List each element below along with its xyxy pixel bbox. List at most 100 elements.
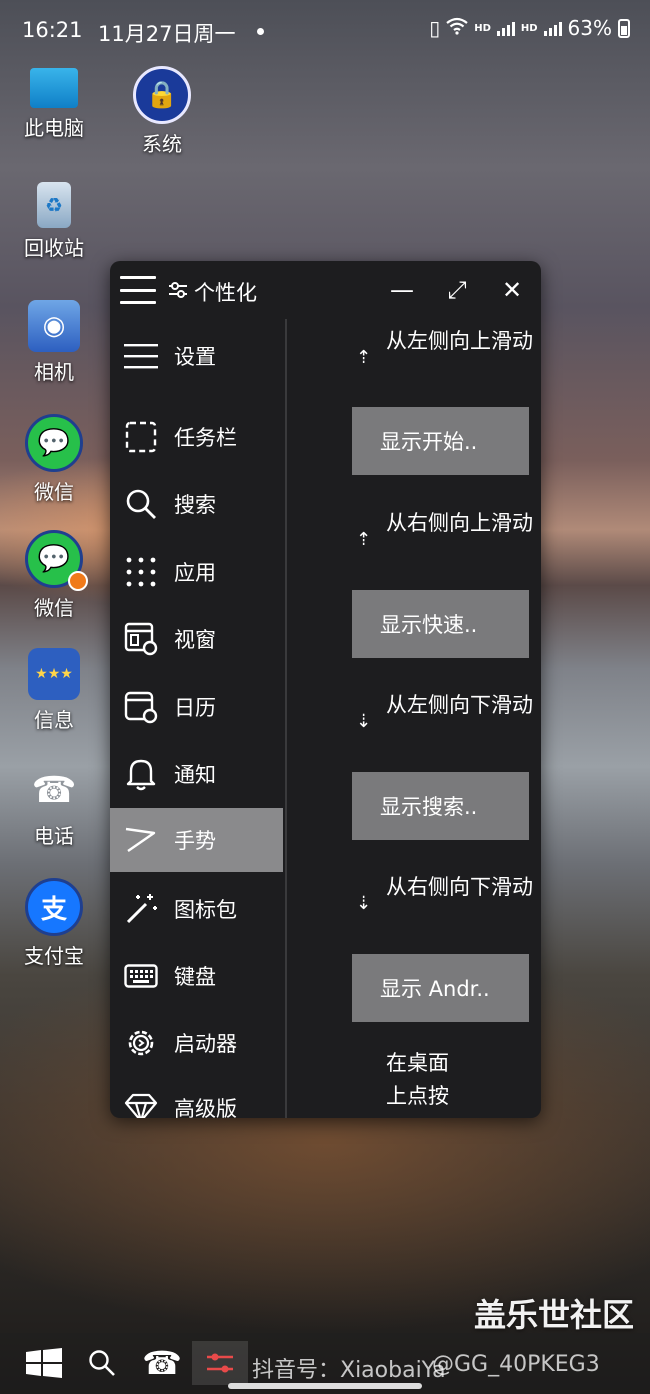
gesture-action-button[interactable]: 显示 Andr.. [352, 954, 529, 1022]
taskbar-icon [122, 418, 160, 456]
taskbar-settings-app[interactable] [192, 1341, 248, 1385]
signal-icon-2 [543, 20, 562, 36]
desktop-icon-label: 回收站 [24, 236, 84, 260]
tune-icon [169, 282, 187, 298]
sidebar-item-calendar[interactable]: 日历 [110, 675, 283, 739]
sidebar-item-icon-pack[interactable]: 图标包 [110, 877, 283, 941]
wechat-icon: 💬 [25, 414, 83, 472]
status-date: 11月27日周一 [98, 22, 236, 46]
gesture-action-button[interactable]: 显示快速.. [352, 590, 529, 658]
sidebar-divider [285, 319, 287, 1118]
notification-dot [257, 28, 264, 35]
sidebar-item-label: 通知 [174, 763, 216, 787]
search-icon [122, 485, 160, 523]
phone-icon: ☎ [142, 1344, 182, 1382]
gesture-label: 在桌面上点按 [386, 1051, 449, 1108]
desktop-icon-label: 相机 [34, 360, 74, 384]
search-icon [89, 1350, 115, 1376]
menu-icon [122, 337, 160, 375]
sidebar-item-settings[interactable]: 设置 [110, 324, 283, 388]
sidebar-item-label: 任务栏 [174, 426, 237, 450]
desktop-icon-alipay[interactable]: 支 支付宝 [9, 878, 99, 969]
swipe-up-icon: ⇡ [356, 347, 372, 368]
status-bar: 16:21 11月27日周一 ▯ HD HD 63% [0, 0, 650, 62]
sidebar-item-gestures[interactable]: 手势 [110, 808, 283, 872]
swipe-up-icon: ⇡ [356, 529, 372, 550]
status-time: 16:21 [22, 18, 83, 42]
sidebar-item-apps[interactable]: 应用 [110, 540, 283, 604]
minimize-button[interactable]: — [385, 274, 419, 306]
sidebar-item-taskbar[interactable]: 任务栏 [110, 405, 283, 469]
desktop-icon-label: 信息 [34, 708, 74, 732]
desktop-icon-system[interactable]: 🔒 系统 [117, 66, 207, 157]
battery-percent: 63% [567, 16, 612, 40]
monitor-icon [30, 68, 78, 108]
home-indicator[interactable] [228, 1383, 422, 1389]
system-folder-icon: 🔒 [133, 66, 191, 124]
gear-code-icon [122, 1024, 160, 1062]
sidebar-item-premium[interactable]: 高级版 [110, 1076, 283, 1118]
bell-icon [122, 755, 160, 793]
overlay-text-right: @GG_40PKEG3 [432, 1352, 600, 1377]
desktop-icon-label: 微信 [34, 480, 74, 504]
gesture-action-button[interactable]: 显示开始.. [352, 407, 529, 475]
window-gear-icon [122, 620, 160, 658]
desktop-icon-label: 微信 [34, 596, 74, 620]
battery-icon [618, 18, 630, 38]
menu-icon[interactable] [120, 276, 156, 304]
desktop-icon-messages[interactable]: ★★★ 信息 [9, 648, 99, 733]
desktop-icon-wechat-clone[interactable]: 💬 微信 [9, 530, 99, 621]
sidebar-item-label: 启动器 [174, 1032, 237, 1056]
sidebar-item-keyboard[interactable]: 键盘 [110, 944, 283, 1008]
maximize-button[interactable]: ⤢ [440, 274, 474, 306]
sidebar-item-notifications[interactable]: 通知 [110, 742, 283, 806]
status-indicators: ▯ HD HD 63% [429, 16, 630, 40]
desktop-icon-label: 系统 [142, 132, 182, 156]
wechat-clone-icon: 💬 [25, 530, 88, 591]
community-watermark: 盖乐世社区 [473, 1296, 634, 1334]
gesture-label: 从右侧向上滑动 [386, 511, 533, 535]
keyboard-icon [122, 957, 160, 995]
camera-icon: ◉ [28, 300, 80, 352]
taskbar-phone-app[interactable]: ☎ [140, 1341, 184, 1385]
sidebar-item-label: 视窗 [174, 628, 216, 652]
gesture-action-button[interactable]: 显示搜索.. [352, 772, 529, 840]
hd-badge-1: HD [474, 22, 491, 34]
desktop-icon-this-pc[interactable]: 此电脑 [9, 68, 99, 141]
overlay-text-left: 抖音号：XiaobaiYa [252, 1358, 446, 1383]
close-button[interactable]: ✕ [495, 274, 529, 306]
sidebar-item-launcher[interactable]: 启动器 [110, 1011, 283, 1075]
sidebar-item-label: 手势 [174, 829, 216, 853]
gesture-label: 从右侧向下滑动 [386, 875, 533, 899]
taskbar-search-button[interactable] [80, 1341, 124, 1385]
recycle-bin-icon: ♻ [37, 182, 71, 228]
gesture-label: 从左侧向下滑动 [386, 693, 533, 717]
desktop-icon-label: 此电脑 [24, 116, 84, 140]
sidebar-item-search[interactable]: 搜索 [110, 472, 283, 536]
phone-icon: ☎ [31, 769, 77, 811]
window-title: 个性化 [194, 281, 257, 305]
gesture-settings-panel: ⇡ 从左侧向上滑动 显示开始.. ⇡ 从右侧向上滑动 显示快速.. ⇣ 从左侧向… [288, 319, 541, 1118]
magic-wand-icon [122, 890, 160, 928]
start-button[interactable] [22, 1341, 66, 1385]
settings-sidebar: 设置 任务栏 搜索 应用 视窗 日历 通知 手势 图标包 键盘 启动器 高级版 [110, 319, 285, 1118]
apps-grid-icon [122, 553, 160, 591]
sidebar-item-label: 搜索 [174, 493, 216, 517]
messages-icon: ★★★ [28, 648, 80, 700]
wifi-icon [446, 16, 468, 40]
desktop-icon-recycle-bin[interactable]: ♻ 回收站 [9, 182, 99, 261]
sidebar-item-label: 键盘 [174, 965, 216, 989]
sidebar-item-label: 设置 [174, 345, 216, 369]
desktop-icon-phone[interactable]: ☎ 电话 [9, 764, 99, 849]
desktop-icon-camera[interactable]: ◉ 相机 [9, 300, 99, 385]
calendar-gear-icon [122, 688, 160, 726]
sidebar-item-window[interactable]: 视窗 [110, 607, 283, 671]
sidebar-item-label: 图标包 [174, 898, 237, 922]
sidebar-item-label: 日历 [174, 696, 216, 720]
windows-logo-icon [26, 1348, 62, 1378]
gesture-icon [122, 821, 160, 859]
sidebar-item-label: 应用 [174, 561, 216, 585]
window-titlebar: 个性化 — ⤢ ✕ [110, 261, 541, 319]
desktop-icon-wechat[interactable]: 💬 微信 [9, 414, 99, 505]
battery-saver-icon: ▯ [429, 16, 441, 40]
